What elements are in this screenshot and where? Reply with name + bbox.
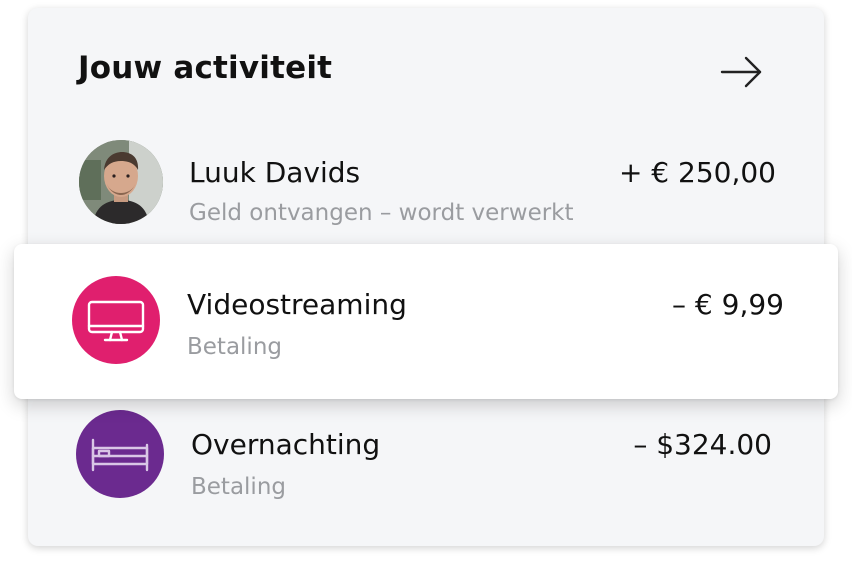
activity-name: Overnachting (191, 428, 381, 461)
activity-status: Geld ontvangen – wordt verwerkt (189, 200, 574, 226)
monitor-icon (87, 300, 145, 342)
activity-type: Betaling (187, 334, 282, 360)
activity-row-videostreaming[interactable]: Videostreaming Betaling – € 9,99 (14, 244, 838, 399)
activity-name: Luuk Davids (189, 156, 361, 189)
activity-row-overnachting[interactable]: Overnachting Betaling – $324.00 (28, 398, 824, 528)
activity-amount: – $324.00 (633, 428, 772, 461)
activity-type: Betaling (191, 474, 286, 500)
activity-amount: + € 250,00 (618, 156, 776, 189)
bed-icon (91, 438, 149, 472)
activity-name: Videostreaming (187, 288, 407, 321)
monitor-icon-badge (72, 276, 160, 364)
avatar (79, 140, 163, 224)
activity-row-luuk-davids[interactable]: Luuk Davids Geld ontvangen – wordt verwe… (28, 8, 824, 238)
bed-icon-badge (76, 410, 164, 498)
activity-amount: – € 9,99 (672, 288, 784, 321)
